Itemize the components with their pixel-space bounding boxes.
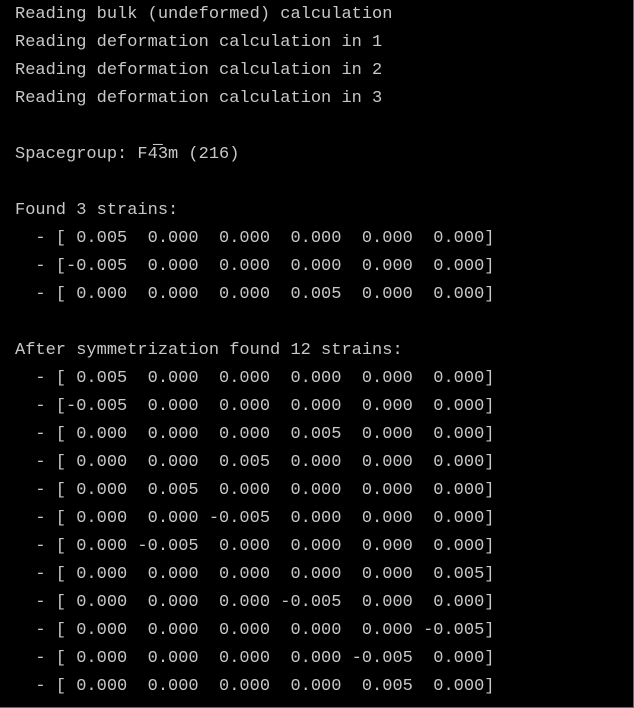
terminal-line: Reading bulk (undeformed) calculation [15, 5, 393, 24]
terminal-line: Found 3 strains: [15, 201, 179, 220]
terminal-line: - [ 0.000 0.000 0.000 0.005 0.000 0.000] [15, 285, 495, 304]
terminal-line: After symmetrization found 12 strains: [15, 341, 403, 360]
terminal-line: - [-0.005 0.000 0.000 0.000 0.000 0.000] [15, 257, 495, 276]
terminal-line: - [ 0.000 0.000 0.005 0.000 0.000 0.000] [15, 453, 495, 472]
terminal-line: - [ 0.000 0.000 0.000 0.005 0.000 0.000] [15, 425, 495, 444]
terminal-line: - [ 0.000 0.000 0.000 -0.005 0.000 0.000… [15, 593, 495, 612]
terminal-line: - [ 0.000 0.000 0.000 0.000 0.000 0.005] [15, 565, 495, 584]
terminal-line: - [ 0.000 0.000 0.000 0.000 0.000 -0.005… [15, 621, 495, 640]
terminal-line: - [ 0.000 0.000 -0.005 0.000 0.000 0.000… [15, 509, 495, 528]
terminal-output: Reading bulk (undeformed) calculation Rea… [15, 1, 494, 701]
terminal-line: - [ 0.005 0.000 0.000 0.000 0.000 0.000] [15, 369, 495, 388]
terminal-line: - [ 0.000 0.000 0.000 0.000 0.005 0.000] [15, 677, 495, 696]
terminal-line: Reading deformation calculation in 1 [15, 33, 383, 52]
terminal-line: - [ 0.000 -0.005 0.000 0.000 0.000 0.000… [15, 537, 495, 556]
terminal-line: Reading deformation calculation in 3 [15, 89, 383, 108]
terminal-line: - [-0.005 0.000 0.000 0.000 0.000 0.000] [15, 397, 495, 416]
terminal-line: - [ 0.000 0.000 0.000 0.000 -0.005 0.000… [15, 649, 495, 668]
terminal-line: - [ 0.000 0.005 0.000 0.000 0.000 0.000] [15, 481, 495, 500]
terminal-window[interactable]: Reading bulk (undeformed) calculation Rea… [0, 0, 634, 708]
terminal-line: Reading deformation calculation in 2 [15, 61, 383, 80]
terminal-line: - [ 0.005 0.000 0.000 0.000 0.000 0.000] [15, 229, 495, 248]
terminal-line: Spacegroup: F4̅3m (216) [15, 145, 240, 164]
